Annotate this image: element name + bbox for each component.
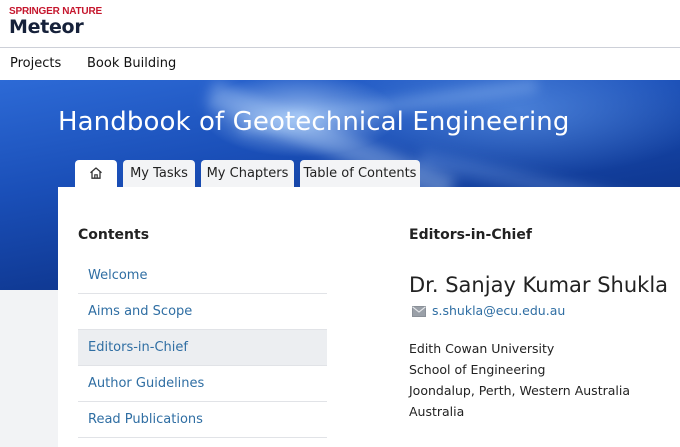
- toc-editors-in-chief[interactable]: Editors-in-Chief: [78, 330, 327, 366]
- toc-read-publications[interactable]: Read Publications: [78, 402, 327, 438]
- editor-email-link[interactable]: s.shukla@ecu.edu.au: [432, 303, 565, 318]
- toc-author-guidelines[interactable]: Author Guidelines: [78, 366, 327, 402]
- editors-heading: Editors-in-Chief: [409, 227, 532, 243]
- editor-address-line: School of Engineering: [409, 362, 546, 377]
- editor-address-line: Australia: [409, 404, 465, 419]
- editor-address-line: Joondalup, Perth, Western Australia: [409, 383, 630, 398]
- envelope-icon: [412, 306, 426, 317]
- editor-email-row: s.shukla@ecu.edu.au: [412, 303, 565, 318]
- tab-my-tasks[interactable]: My Tasks: [123, 160, 195, 187]
- editor-address-line: Edith Cowan University: [409, 341, 555, 356]
- nav-book-building[interactable]: Book Building: [87, 56, 176, 71]
- home-icon: [90, 166, 102, 179]
- tab-my-chapters[interactable]: My Chapters: [201, 160, 294, 187]
- contents-heading: Contents: [78, 227, 150, 243]
- app-logo[interactable]: Meteor: [9, 16, 84, 38]
- nav-projects[interactable]: Projects: [10, 56, 61, 71]
- book-title: Handbook of Geotechnical Engineering: [58, 107, 570, 137]
- tab-home[interactable]: [75, 160, 117, 187]
- editor-name: Dr. Sanjay Kumar Shukla: [409, 273, 669, 297]
- main-nav: Projects Book Building: [0, 48, 680, 80]
- tab-table-of-contents[interactable]: Table of Contents: [300, 160, 420, 187]
- toc-aims-and-scope[interactable]: Aims and Scope: [78, 294, 327, 330]
- top-header: SPRINGER NATURE Meteor: [0, 0, 680, 48]
- toc-welcome[interactable]: Welcome: [78, 258, 327, 294]
